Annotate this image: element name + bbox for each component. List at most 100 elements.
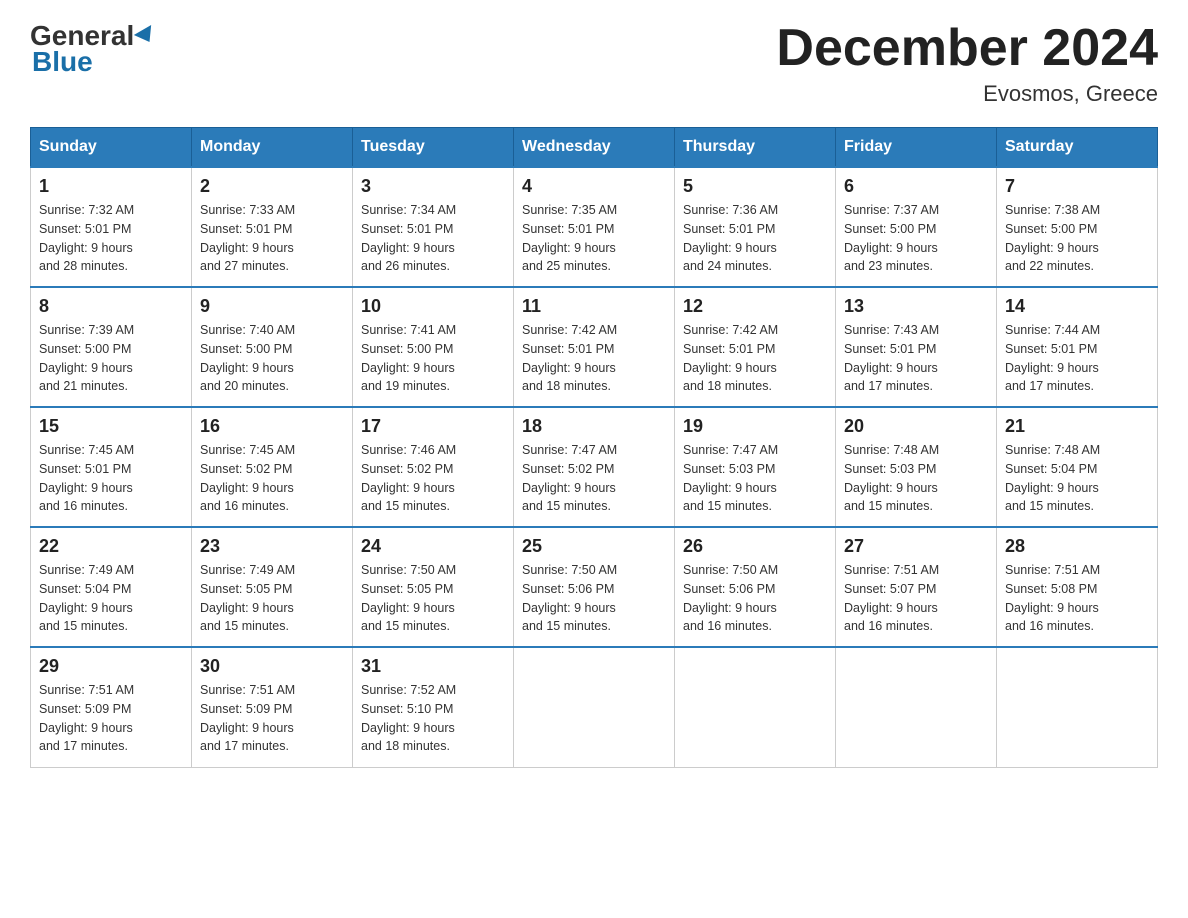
day-number: 4	[522, 176, 666, 197]
day-number: 7	[1005, 176, 1149, 197]
calendar-cell	[514, 647, 675, 767]
day-info: Sunrise: 7:48 AMSunset: 5:03 PMDaylight:…	[844, 441, 988, 516]
calendar-cell: 21 Sunrise: 7:48 AMSunset: 5:04 PMDayligh…	[997, 407, 1158, 527]
calendar-body: 1 Sunrise: 7:32 AMSunset: 5:01 PMDaylight…	[31, 167, 1158, 767]
day-info: Sunrise: 7:32 AMSunset: 5:01 PMDaylight:…	[39, 201, 183, 276]
day-number: 27	[844, 536, 988, 557]
week-row-1: 1 Sunrise: 7:32 AMSunset: 5:01 PMDaylight…	[31, 167, 1158, 287]
day-number: 22	[39, 536, 183, 557]
calendar-cell: 28 Sunrise: 7:51 AMSunset: 5:08 PMDayligh…	[997, 527, 1158, 647]
title-area: December 2024 Evosmos, Greece	[776, 20, 1158, 107]
day-number: 14	[1005, 296, 1149, 317]
calendar-cell: 10 Sunrise: 7:41 AMSunset: 5:00 PMDayligh…	[353, 287, 514, 407]
calendar-cell: 9 Sunrise: 7:40 AMSunset: 5:00 PMDaylight…	[192, 287, 353, 407]
calendar-cell: 30Sunrise: 7:51 AMSunset: 5:09 PMDayligh…	[192, 647, 353, 767]
day-number: 28	[1005, 536, 1149, 557]
col-saturday: Saturday	[997, 128, 1158, 168]
calendar-cell: 11 Sunrise: 7:42 AMSunset: 5:01 PMDayligh…	[514, 287, 675, 407]
day-number: 1	[39, 176, 183, 197]
week-row-4: 22 Sunrise: 7:49 AMSunset: 5:04 PMDayligh…	[31, 527, 1158, 647]
calendar-cell: 13 Sunrise: 7:43 AMSunset: 5:01 PMDayligh…	[836, 287, 997, 407]
day-number: 29	[39, 656, 183, 677]
day-number: 2	[200, 176, 344, 197]
calendar-cell: 23 Sunrise: 7:49 AMSunset: 5:05 PMDayligh…	[192, 527, 353, 647]
calendar-cell	[836, 647, 997, 767]
col-thursday: Thursday	[675, 128, 836, 168]
day-number: 18	[522, 416, 666, 437]
day-info: Sunrise: 7:48 AMSunset: 5:04 PMDaylight:…	[1005, 441, 1149, 516]
day-info: Sunrise: 7:52 AMSunset: 5:10 PMDaylight:…	[361, 681, 505, 756]
header-row: Sunday Monday Tuesday Wednesday Thursday…	[31, 128, 1158, 168]
day-info: Sunrise: 7:50 AMSunset: 5:06 PMDaylight:…	[522, 561, 666, 636]
day-info: Sunrise: 7:45 AMSunset: 5:02 PMDaylight:…	[200, 441, 344, 516]
day-info: Sunrise: 7:35 AMSunset: 5:01 PMDaylight:…	[522, 201, 666, 276]
logo: General Blue	[30, 20, 156, 78]
day-number: 10	[361, 296, 505, 317]
week-row-3: 15 Sunrise: 7:45 AMSunset: 5:01 PMDayligh…	[31, 407, 1158, 527]
day-info: Sunrise: 7:44 AMSunset: 5:01 PMDaylight:…	[1005, 321, 1149, 396]
day-info: Sunrise: 7:47 AMSunset: 5:03 PMDaylight:…	[683, 441, 827, 516]
day-info: Sunrise: 7:40 AMSunset: 5:00 PMDaylight:…	[200, 321, 344, 396]
day-info: Sunrise: 7:41 AMSunset: 5:00 PMDaylight:…	[361, 321, 505, 396]
col-sunday: Sunday	[31, 128, 192, 168]
day-number: 31	[361, 656, 505, 677]
day-number: 6	[844, 176, 988, 197]
day-number: 20	[844, 416, 988, 437]
calendar-header: Sunday Monday Tuesday Wednesday Thursday…	[31, 128, 1158, 168]
day-info: Sunrise: 7:33 AMSunset: 5:01 PMDaylight:…	[200, 201, 344, 276]
calendar-cell: 18 Sunrise: 7:47 AMSunset: 5:02 PMDayligh…	[514, 407, 675, 527]
day-number: 26	[683, 536, 827, 557]
day-info: Sunrise: 7:51 AMSunset: 5:09 PMDaylight:…	[39, 681, 183, 756]
month-title: December 2024	[776, 20, 1158, 77]
location: Evosmos, Greece	[776, 81, 1158, 107]
day-info: Sunrise: 7:45 AMSunset: 5:01 PMDaylight:…	[39, 441, 183, 516]
day-info: Sunrise: 7:46 AMSunset: 5:02 PMDaylight:…	[361, 441, 505, 516]
day-info: Sunrise: 7:42 AMSunset: 5:01 PMDaylight:…	[522, 321, 666, 396]
calendar-cell	[675, 647, 836, 767]
calendar-table: Sunday Monday Tuesday Wednesday Thursday…	[30, 127, 1158, 768]
calendar-cell: 14 Sunrise: 7:44 AMSunset: 5:01 PMDayligh…	[997, 287, 1158, 407]
day-info: Sunrise: 7:43 AMSunset: 5:01 PMDaylight:…	[844, 321, 988, 396]
day-number: 8	[39, 296, 183, 317]
day-info: Sunrise: 7:47 AMSunset: 5:02 PMDaylight:…	[522, 441, 666, 516]
calendar-cell: 31 Sunrise: 7:52 AMSunset: 5:10 PMDayligh…	[353, 647, 514, 767]
calendar-cell: 2 Sunrise: 7:33 AMSunset: 5:01 PMDaylight…	[192, 167, 353, 287]
day-number: 23	[200, 536, 344, 557]
day-info: Sunrise: 7:42 AMSunset: 5:01 PMDaylight:…	[683, 321, 827, 396]
day-number: 11	[522, 296, 666, 317]
col-monday: Monday	[192, 128, 353, 168]
day-number: 16	[200, 416, 344, 437]
calendar-cell: 8Sunrise: 7:39 AMSunset: 5:00 PMDaylight…	[31, 287, 192, 407]
day-number: 24	[361, 536, 505, 557]
logo-blue: Blue	[32, 46, 93, 78]
day-number: 5	[683, 176, 827, 197]
day-info: Sunrise: 7:34 AMSunset: 5:01 PMDaylight:…	[361, 201, 505, 276]
day-number: 21	[1005, 416, 1149, 437]
day-info: Sunrise: 7:36 AMSunset: 5:01 PMDaylight:…	[683, 201, 827, 276]
col-wednesday: Wednesday	[514, 128, 675, 168]
day-info: Sunrise: 7:49 AMSunset: 5:05 PMDaylight:…	[200, 561, 344, 636]
day-number: 13	[844, 296, 988, 317]
calendar-cell: 4 Sunrise: 7:35 AMSunset: 5:01 PMDaylight…	[514, 167, 675, 287]
calendar-cell: 17 Sunrise: 7:46 AMSunset: 5:02 PMDayligh…	[353, 407, 514, 527]
calendar-cell: 25 Sunrise: 7:50 AMSunset: 5:06 PMDayligh…	[514, 527, 675, 647]
calendar-cell: 26 Sunrise: 7:50 AMSunset: 5:06 PMDayligh…	[675, 527, 836, 647]
page-header: General Blue December 2024 Evosmos, Gree…	[30, 20, 1158, 107]
day-info: Sunrise: 7:49 AMSunset: 5:04 PMDaylight:…	[39, 561, 183, 636]
calendar-cell: 1 Sunrise: 7:32 AMSunset: 5:01 PMDaylight…	[31, 167, 192, 287]
calendar-cell	[997, 647, 1158, 767]
day-number: 25	[522, 536, 666, 557]
calendar-cell: 29 Sunrise: 7:51 AMSunset: 5:09 PMDayligh…	[31, 647, 192, 767]
day-number: 30	[200, 656, 344, 677]
day-info: Sunrise: 7:51 AMSunset: 5:07 PMDaylight:…	[844, 561, 988, 636]
day-info: Sunrise: 7:51 AMSunset: 5:08 PMDaylight:…	[1005, 561, 1149, 636]
day-number: 9	[200, 296, 344, 317]
day-number: 15	[39, 416, 183, 437]
calendar-cell: 12Sunrise: 7:42 AMSunset: 5:01 PMDayligh…	[675, 287, 836, 407]
calendar-cell: 3Sunrise: 7:34 AMSunset: 5:01 PMDaylight…	[353, 167, 514, 287]
calendar-cell: 24Sunrise: 7:50 AMSunset: 5:05 PMDayligh…	[353, 527, 514, 647]
day-info: Sunrise: 7:50 AMSunset: 5:06 PMDaylight:…	[683, 561, 827, 636]
day-number: 17	[361, 416, 505, 437]
calendar-cell: 19Sunrise: 7:47 AMSunset: 5:03 PMDayligh…	[675, 407, 836, 527]
day-info: Sunrise: 7:38 AMSunset: 5:00 PMDaylight:…	[1005, 201, 1149, 276]
